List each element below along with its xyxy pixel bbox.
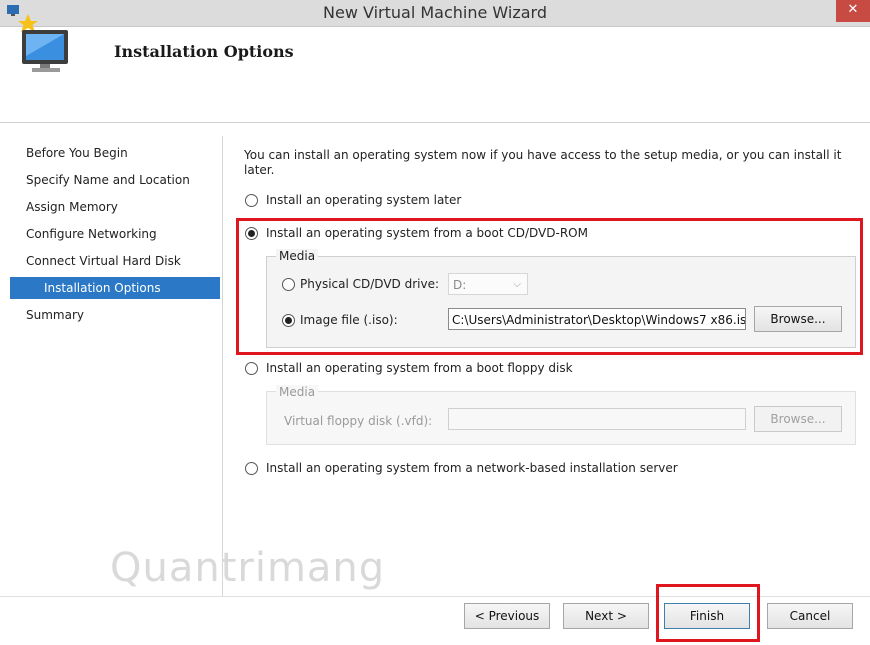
browse-vfd-button[interactable]: Browse... xyxy=(754,406,842,432)
vfd-path-input[interactable] xyxy=(448,408,746,430)
radio-physical-drive[interactable] xyxy=(282,278,295,291)
floppy-media-group-label: Media xyxy=(276,385,319,399)
nav-item-installation-options[interactable]: Installation Options xyxy=(10,277,220,299)
nav-item-configure-networking[interactable]: Configure Networking xyxy=(10,223,220,245)
close-button[interactable]: ✕ xyxy=(836,0,870,22)
radio-install-floppy[interactable] xyxy=(245,362,258,375)
label-install-cd[interactable]: Install an operating system from a boot … xyxy=(266,226,588,240)
cd-media-group-label: Media xyxy=(276,249,319,263)
drive-value: D: xyxy=(453,278,467,292)
nav-item-before-you-begin[interactable]: Before You Begin xyxy=(10,142,220,164)
label-vfd: Virtual floppy disk (.vfd): xyxy=(284,414,433,428)
cd-media-group xyxy=(266,256,856,348)
physical-drive-select[interactable]: D: ⌵ xyxy=(448,273,528,295)
monitor-star-icon xyxy=(14,12,76,74)
footer-separator xyxy=(0,596,870,597)
radio-install-cd[interactable] xyxy=(245,227,258,240)
cancel-button[interactable]: Cancel xyxy=(767,603,853,629)
image-file-path-input[interactable]: C:\Users\Administrator\Desktop\Windows7 … xyxy=(448,308,746,330)
nav-item-specify-name[interactable]: Specify Name and Location xyxy=(10,169,220,191)
radio-install-later[interactable] xyxy=(245,194,258,207)
previous-button[interactable]: < Previous xyxy=(464,603,550,629)
nav-item-connect-vhd[interactable]: Connect Virtual Hard Disk xyxy=(10,250,220,272)
window-title: New Virtual Machine Wizard xyxy=(323,3,547,22)
next-button[interactable]: Next > xyxy=(563,603,649,629)
finish-button[interactable]: Finish xyxy=(664,603,750,629)
label-install-floppy[interactable]: Install an operating system from a boot … xyxy=(266,361,573,375)
nav-item-assign-memory[interactable]: Assign Memory xyxy=(10,196,220,218)
watermark: Quantrimang xyxy=(110,545,386,591)
browse-image-button[interactable]: Browse... xyxy=(754,306,842,332)
label-image-file[interactable]: Image file (.iso): xyxy=(300,313,398,327)
intro-text: You can install an operating system now … xyxy=(244,148,842,177)
nav-item-summary[interactable]: Summary xyxy=(10,304,220,326)
radio-image-file[interactable] xyxy=(282,314,295,327)
wizard-step-list: Before You Begin Specify Name and Locati… xyxy=(10,136,223,596)
label-physical-drive[interactable]: Physical CD/DVD drive: xyxy=(300,277,439,291)
chevron-down-icon: ⌵ xyxy=(513,279,521,290)
label-install-later[interactable]: Install an operating system later xyxy=(266,193,461,207)
label-install-network[interactable]: Install an operating system from a netwo… xyxy=(266,461,678,475)
page-title: Installation Options xyxy=(114,42,294,61)
radio-install-network[interactable] xyxy=(245,462,258,475)
